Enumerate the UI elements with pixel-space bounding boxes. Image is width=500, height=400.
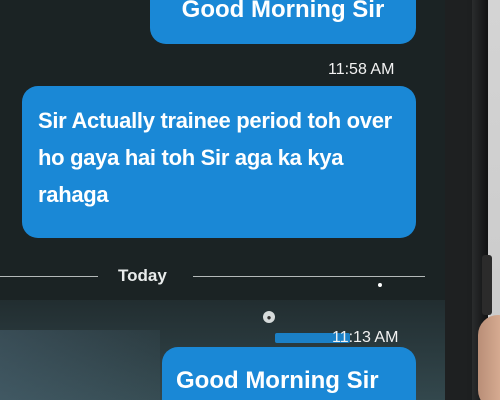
chat-screen: Good Morning Sir 11:58 AM Sir Actually t… (0, 0, 445, 400)
screen-glare (0, 330, 160, 400)
message-bubble-trainee-period[interactable]: Sir Actually trainee period toh over ho … (22, 86, 416, 287)
date-divider-line-right (193, 276, 425, 277)
message-text: Sir Actually trainee period toh over ho … (38, 108, 392, 207)
photo-scene: Good Morning Sir 11:58 AM Sir Actually t… (0, 0, 500, 400)
message-bubble-good-morning-bottom[interactable]: Good Morning Sir (162, 347, 416, 400)
date-divider-label: Today (118, 266, 167, 285)
finger (478, 315, 500, 400)
screen-dust-dot (378, 283, 382, 287)
message-time: 11:58 AM (328, 61, 395, 78)
message-text: Good Morning Sir (176, 367, 379, 394)
message-text: Good Morning Sir (181, 0, 385, 23)
message-bubble-good-morning-top[interactable]: Good Morning Sir (150, 0, 416, 44)
message-time: 11:13 AM (332, 329, 399, 346)
lock-icon: ● (263, 311, 275, 323)
date-divider-line-left (0, 276, 98, 277)
phone-side-button (482, 255, 492, 315)
